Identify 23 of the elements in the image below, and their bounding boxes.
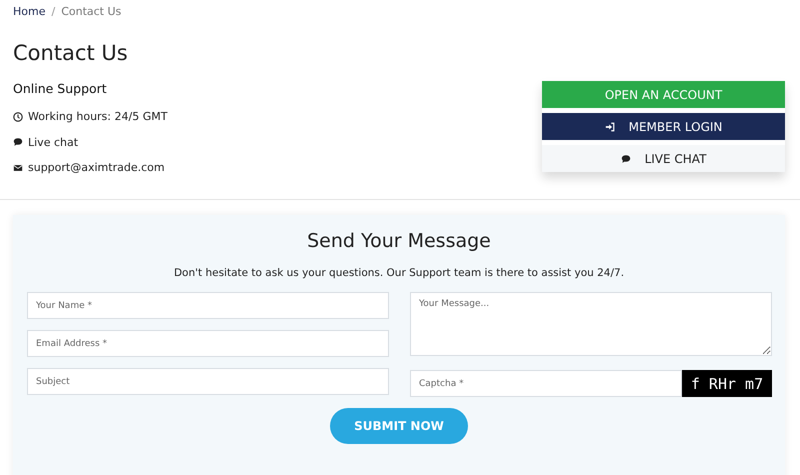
breadcrumb-item: Contact Us (61, 4, 122, 18)
form-title: Send Your Message (306, 229, 492, 253)
support-info: Working hours: 24/5 GMT (28, 110, 168, 124)
live-chat-button[interactable]: LIVE CHAT (542, 145, 785, 172)
breadcrumb-item[interactable]: Home (13, 4, 46, 18)
input-field[interactable]: Your Name * (27, 292, 389, 319)
input-field[interactable]: Email Address * (27, 330, 389, 357)
support-info: support@aximtrade.com (28, 161, 165, 174)
input-field[interactable]: Subject (27, 368, 389, 395)
chat-bubble-icon (13, 137, 23, 148)
breadcrumb-separator: / (51, 4, 56, 18)
support-info: Live chat (28, 136, 78, 149)
captcha-image: f RHr m7 (682, 370, 772, 397)
support-heading: Online Support (13, 81, 108, 96)
sign-in-icon (604, 122, 615, 132)
envelope-icon (13, 162, 23, 173)
message-field[interactable]: Your Message... (410, 292, 772, 356)
form-intro: Don't hesitate to ask us your questions. Our Support team is there to assist you 24/7. (172, 267, 626, 281)
clock-icon (13, 112, 23, 122)
captcha-field[interactable]: Captcha * (410, 370, 682, 397)
chat-bubble-icon (620, 154, 631, 164)
member-login-button[interactable]: MEMBER LOGIN (542, 113, 785, 140)
page-title: Contact Us (13, 40, 129, 67)
